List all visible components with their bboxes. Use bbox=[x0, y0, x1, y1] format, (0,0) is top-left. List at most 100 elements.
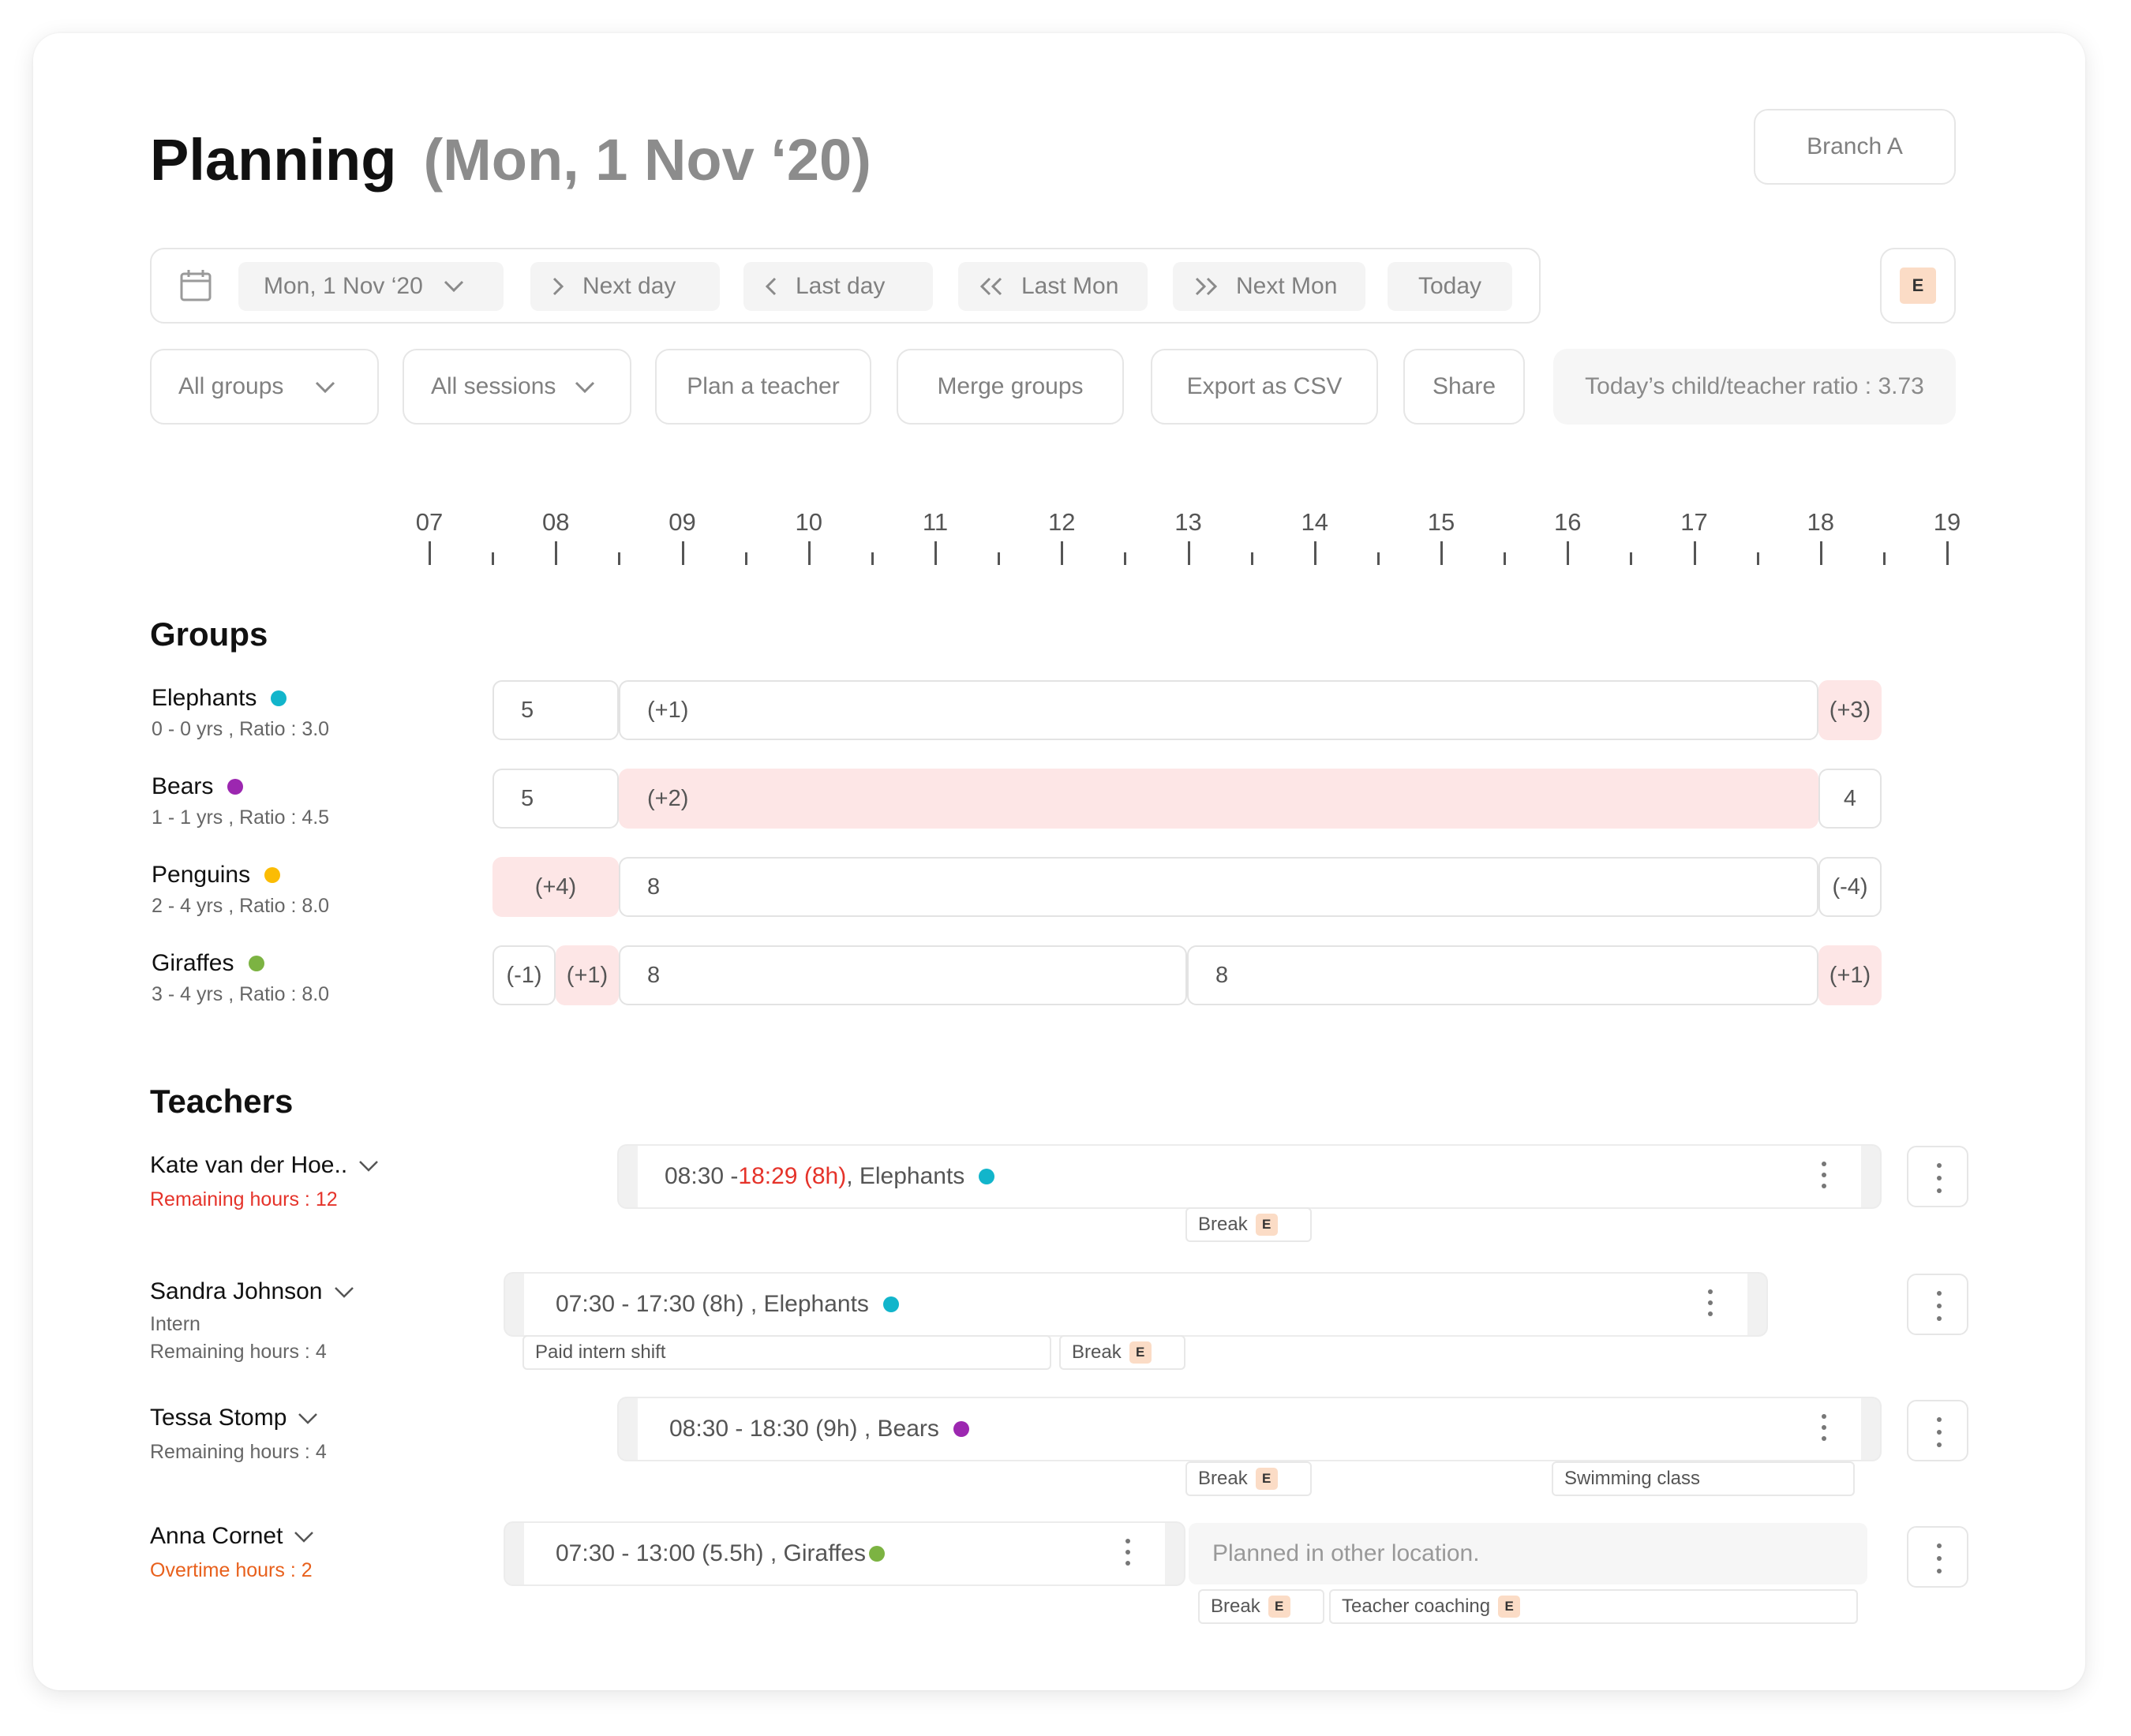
teacher-menu-button[interactable] bbox=[1907, 1400, 1968, 1461]
group-segment[interactable]: (+1) bbox=[556, 945, 619, 1005]
chevron-right-icon bbox=[552, 277, 564, 296]
chevron-down-icon[interactable] bbox=[347, 1152, 379, 1179]
page-title: Planning bbox=[150, 127, 397, 193]
group-segment[interactable]: (+2) bbox=[619, 769, 1818, 829]
group-elephants: Elephants 0 - 0 yrs , Ratio : 3.0 bbox=[152, 685, 329, 741]
last-monday-label: Last Mon bbox=[1021, 273, 1119, 299]
group-segment[interactable]: (-1) bbox=[492, 945, 556, 1005]
today-button[interactable]: Today bbox=[1388, 262, 1512, 311]
teacher-role: Intern bbox=[150, 1313, 200, 1335]
group-details: 1 - 1 yrs , Ratio : 4.5 bbox=[152, 806, 330, 829]
teacher-menu-button[interactable] bbox=[1907, 1526, 1968, 1588]
group-color-dot bbox=[248, 956, 264, 971]
paid-intern-shift-tag[interactable]: Paid intern shift bbox=[522, 1335, 1051, 1370]
hour-tick bbox=[1440, 541, 1443, 565]
share-button[interactable]: Share bbox=[1403, 349, 1525, 425]
break-tag[interactable]: Break E bbox=[1059, 1335, 1185, 1370]
last-monday-button[interactable]: Last Mon bbox=[958, 262, 1148, 311]
group-segment[interactable]: 5 bbox=[492, 680, 619, 740]
shift-hours: (8h) bbox=[803, 1163, 847, 1189]
teacher-shift[interactable]: 07:30 - 13:00 (5.5h) , Giraffes bbox=[505, 1523, 1184, 1584]
export-csv-label: Export as CSV bbox=[1186, 373, 1343, 399]
hour-label: 17 bbox=[1680, 508, 1708, 536]
hour-tick bbox=[429, 541, 431, 565]
shift-end-time: 18:29 bbox=[738, 1163, 798, 1189]
group-segment[interactable]: 8 bbox=[1187, 945, 1818, 1005]
overtime-hours: Overtime hours : 2 bbox=[150, 1559, 313, 1581]
more-options-icon[interactable] bbox=[1125, 1539, 1130, 1572]
group-segment[interactable]: 8 bbox=[619, 857, 1818, 917]
group-segment[interactable]: (+1) bbox=[619, 680, 1818, 740]
date-select[interactable]: Mon, 1 Nov ‘20 bbox=[238, 262, 504, 311]
group-segment[interactable]: 5 bbox=[492, 769, 619, 829]
all-groups-dropdown[interactable]: All groups bbox=[150, 349, 379, 425]
export-csv-button[interactable]: Export as CSV bbox=[1151, 349, 1378, 425]
teacher-menu-button[interactable] bbox=[1907, 1146, 1968, 1207]
hour-tick bbox=[1187, 541, 1190, 565]
tag-label: Paid intern shift bbox=[535, 1341, 666, 1363]
tag-label: Break bbox=[1072, 1341, 1122, 1363]
group-segment[interactable]: (-4) bbox=[1818, 857, 1882, 917]
hour-tick bbox=[1819, 541, 1822, 565]
half-hour-tick bbox=[1630, 552, 1633, 565]
merge-groups-label: Merge groups bbox=[937, 373, 1084, 399]
teacher-kate: Kate van der Hoe.. Remaining hours : 12 bbox=[150, 1152, 379, 1211]
group-segment[interactable]: 8 bbox=[619, 945, 1187, 1005]
tag-label: Teacher coaching bbox=[1342, 1596, 1491, 1617]
break-tag[interactable]: Break E bbox=[1185, 1461, 1312, 1496]
teacher-shift[interactable]: 07:30 - 17:30 (8h) , Elephants bbox=[505, 1274, 1766, 1335]
tag-badge: E bbox=[1255, 1468, 1278, 1490]
teacher-shift[interactable]: 08:30 - 18:29 (8h) , Elephants bbox=[619, 1146, 1880, 1207]
more-options-icon[interactable] bbox=[1822, 1162, 1826, 1195]
half-hour-tick bbox=[1376, 552, 1380, 565]
double-chevron-right-icon bbox=[1195, 277, 1217, 296]
teacher-anna: Anna Cornet Overtime hours : 2 bbox=[150, 1523, 314, 1582]
hour-label: 07 bbox=[415, 508, 444, 536]
hour-tick bbox=[1313, 541, 1316, 565]
last-day-button[interactable]: Last day bbox=[743, 262, 933, 311]
child-teacher-ratio-text: Today’s child/teacher ratio : 3.73 bbox=[1585, 373, 1924, 399]
chevron-down-icon[interactable] bbox=[323, 1278, 354, 1305]
group-name: Elephants bbox=[152, 685, 257, 711]
user-profile-button[interactable]: E bbox=[1880, 248, 1956, 324]
hour-tick bbox=[1946, 541, 1949, 565]
group-segment[interactable]: (+1) bbox=[1818, 945, 1882, 1005]
share-label: Share bbox=[1432, 373, 1496, 399]
page-subtitle-date: (Mon, 1 Nov ‘20) bbox=[423, 127, 871, 193]
swimming-class-tag[interactable]: Swimming class bbox=[1552, 1461, 1855, 1496]
half-hour-tick bbox=[1124, 552, 1127, 565]
more-options-icon[interactable] bbox=[1822, 1414, 1826, 1447]
other-location-text: Planned in other location. bbox=[1212, 1540, 1480, 1566]
teacher-name: Tessa Stomp bbox=[150, 1405, 287, 1431]
tag-badge: E bbox=[1129, 1341, 1152, 1364]
branch-button[interactable]: Branch A bbox=[1754, 109, 1956, 185]
merge-groups-button[interactable]: Merge groups bbox=[897, 349, 1124, 425]
next-monday-button[interactable]: Next Mon bbox=[1173, 262, 1365, 311]
break-tag[interactable]: Break E bbox=[1198, 1589, 1324, 1624]
half-hour-tick bbox=[871, 552, 874, 565]
teacher-menu-button[interactable] bbox=[1907, 1274, 1968, 1335]
group-segment[interactable]: (+3) bbox=[1818, 680, 1882, 740]
break-tag[interactable]: Break E bbox=[1185, 1207, 1312, 1242]
hour-label: 19 bbox=[1933, 508, 1961, 536]
all-groups-label: All groups bbox=[178, 373, 284, 399]
hour-label: 16 bbox=[1554, 508, 1582, 536]
calendar-icon[interactable] bbox=[178, 268, 213, 307]
plan-teacher-label: Plan a teacher bbox=[687, 373, 840, 399]
chevron-down-icon[interactable] bbox=[283, 1523, 314, 1550]
teacher-shift[interactable]: 08:30 - 18:30 (9h) , Bears bbox=[619, 1398, 1880, 1460]
teacher-coaching-tag[interactable]: Teacher coaching E bbox=[1329, 1589, 1858, 1624]
group-details: 3 - 4 yrs , Ratio : 8.0 bbox=[152, 983, 330, 1005]
remaining-hours: Remaining hours : 12 bbox=[150, 1188, 338, 1210]
group-segment[interactable]: 4 bbox=[1818, 769, 1882, 829]
chevron-down-icon[interactable] bbox=[287, 1405, 318, 1431]
half-hour-tick bbox=[998, 552, 1001, 565]
half-hour-tick bbox=[1756, 552, 1759, 565]
group-segment[interactable]: (+4) bbox=[492, 857, 619, 917]
branch-label: Branch A bbox=[1807, 133, 1903, 159]
half-hour-tick bbox=[618, 552, 621, 565]
all-sessions-dropdown[interactable]: All sessions bbox=[403, 349, 631, 425]
more-options-icon[interactable] bbox=[1708, 1289, 1713, 1323]
next-day-button[interactable]: Next day bbox=[530, 262, 720, 311]
plan-teacher-button[interactable]: Plan a teacher bbox=[655, 349, 871, 425]
